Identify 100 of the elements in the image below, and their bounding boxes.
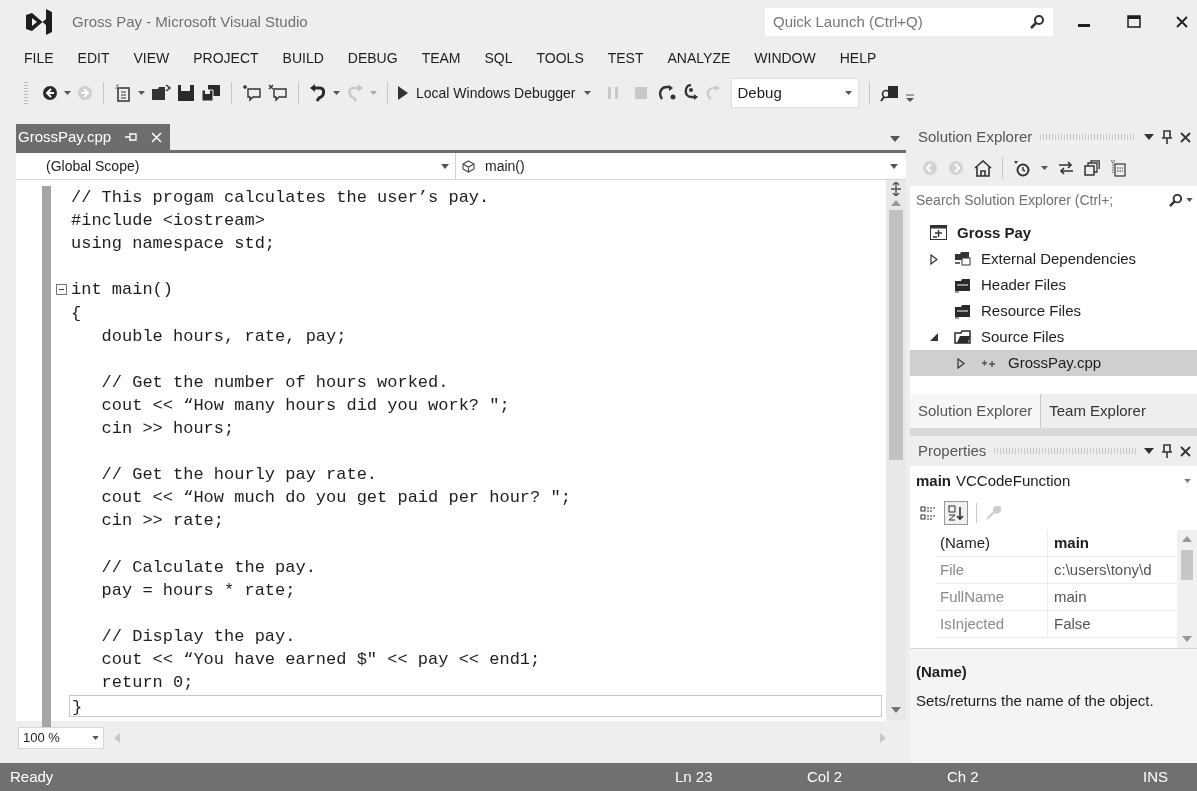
property-value[interactable]: main: [1048, 584, 1177, 610]
quick-launch-field[interactable]: Quick Launch (Ctrl+Q): [765, 8, 1053, 36]
tree-item[interactable]: Resource Files: [910, 298, 1197, 324]
panel-tab[interactable]: Team Explorer: [1041, 394, 1154, 428]
grid-scrollbar[interactable]: [1177, 530, 1197, 648]
property-name: File: [936, 557, 1048, 583]
save-all-icon[interactable]: [201, 84, 221, 102]
menu-item[interactable]: HELP: [829, 47, 887, 69]
caret-icon[interactable]: [64, 91, 71, 95]
home-icon[interactable]: [974, 159, 992, 177]
save-icon[interactable]: [177, 84, 195, 102]
code-line: {: [70, 302, 83, 325]
description-title: (Name): [916, 662, 968, 682]
code-line: // This progam calculates the user’s pay.: [70, 187, 491, 210]
menu-item[interactable]: PROJECT: [183, 47, 269, 69]
play-icon: [398, 86, 408, 100]
code-line: double hours, rate, pay;: [100, 325, 348, 348]
collapse-arrow-icon[interactable]: [930, 333, 938, 341]
menu-item[interactable]: SQL: [474, 47, 523, 69]
object-selector[interactable]: main VCCodeFunction: [910, 466, 1197, 496]
history-icon[interactable]: [1013, 159, 1031, 177]
close-icon[interactable]: [1180, 131, 1191, 143]
tree-item[interactable]: Gross Pay: [910, 220, 1197, 246]
show-files-icon[interactable]: [1110, 159, 1126, 177]
start-debugging-button[interactable]: Local Windows Debugger: [398, 82, 591, 104]
scroll-thumb[interactable]: [1181, 550, 1193, 580]
code-line: cout << “You have earned $" << pay << end1;: [100, 648, 542, 671]
property-value[interactable]: c:\users\tony\d: [1048, 557, 1177, 583]
member-dropdown[interactable]: main(): [456, 153, 906, 179]
vertical-scrollbar[interactable]: [886, 180, 906, 721]
code-line: pay = hours * rate;: [100, 579, 297, 602]
zoom-dropdown[interactable]: 100 %: [18, 727, 104, 749]
tree-item[interactable]: Header Files: [910, 272, 1197, 298]
uncomment-icon[interactable]: [268, 84, 288, 102]
pin-icon[interactable]: [1162, 444, 1172, 458]
panel-tab[interactable]: Solution Explorer: [910, 394, 1042, 428]
dependencies-folder-icon: [954, 251, 971, 267]
caret-icon[interactable]: [138, 91, 145, 95]
menu-item[interactable]: BUILD: [272, 47, 334, 69]
close-icon[interactable]: [1175, 15, 1189, 29]
menu-item[interactable]: TEAM: [411, 47, 471, 69]
caret-icon: [1184, 479, 1191, 483]
property-value[interactable]: main: [1048, 530, 1177, 556]
pin-icon[interactable]: [1162, 130, 1172, 144]
caret-icon[interactable]: [1041, 166, 1048, 170]
expand-icon[interactable]: [957, 357, 965, 369]
scroll-thumb[interactable]: [889, 210, 903, 460]
scope-dropdown[interactable]: (Global Scope): [16, 153, 456, 179]
undo-icon[interactable]: [309, 84, 327, 102]
code-line: return 0;: [100, 672, 195, 694]
solution-search-field[interactable]: Search Solution Explorer (Ctrl+;: [910, 186, 1197, 214]
folder-icon: [954, 329, 971, 345]
code-line: // Get the hourly pay rate.: [100, 464, 379, 487]
description-text: Sets/returns the name of the object.: [916, 690, 1155, 711]
sort-alphabetical-icon: [948, 505, 964, 521]
dropdown-arrow-icon[interactable]: [1144, 134, 1154, 140]
toolbar-grip[interactable]: [24, 82, 28, 104]
collapse-all-icon[interactable]: [1084, 160, 1100, 176]
close-icon[interactable]: [1180, 445, 1191, 457]
step-over-icon[interactable]: [658, 85, 677, 101]
split-icon[interactable]: [890, 182, 902, 196]
menu-item[interactable]: WINDOW: [744, 47, 826, 69]
menu-item[interactable]: TEST: [597, 47, 654, 69]
code-line: #include <iostream>: [70, 210, 266, 233]
scroll-down-icon[interactable]: [891, 707, 901, 713]
menu-item[interactable]: TOOLS: [526, 47, 594, 69]
caret-icon[interactable]: [333, 91, 340, 95]
back-icon[interactable]: [42, 85, 58, 101]
menu-item[interactable]: FILE: [14, 47, 64, 69]
tree-item[interactable]: Source Files: [910, 324, 1197, 350]
open-folder-icon[interactable]: [151, 84, 171, 102]
configuration-dropdown[interactable]: Debug: [730, 78, 859, 108]
menu-item[interactable]: VIEW: [123, 47, 180, 69]
sort-alphabetical-button[interactable]: [944, 501, 968, 525]
folder-icon: [954, 303, 971, 319]
property-value[interactable]: False: [1048, 611, 1177, 637]
caret-icon: [1186, 198, 1193, 202]
dropdown-arrow-icon[interactable]: [890, 136, 900, 142]
new-project-icon[interactable]: [114, 84, 132, 102]
collapse-icon[interactable]: [55, 284, 67, 296]
menu-item[interactable]: ANALYZE: [657, 47, 741, 69]
comment-icon[interactable]: [242, 84, 262, 102]
insert-mode-indicator: INS: [1143, 766, 1168, 787]
tree-item[interactable]: GrossPay.cpp: [910, 350, 1197, 376]
window-title: Gross Pay - Microsoft Visual Studio: [72, 11, 308, 32]
folder-icon: [954, 277, 971, 293]
expand-icon[interactable]: [930, 253, 938, 265]
panel-title: Properties: [918, 440, 987, 461]
find-in-files-icon[interactable]: [879, 84, 900, 102]
dropdown-arrow-icon[interactable]: [1144, 448, 1154, 454]
panel-title: Solution Explorer: [918, 126, 1033, 147]
menu-item[interactable]: EDIT: [67, 47, 120, 69]
menu-item[interactable]: DEBUG: [337, 47, 408, 69]
overflow-icon[interactable]: [905, 94, 914, 102]
sync-icon[interactable]: [1058, 161, 1074, 175]
step-into-icon[interactable]: [682, 84, 699, 102]
char-indicator: Ch 2: [947, 766, 980, 787]
property-name: FullName: [936, 584, 1048, 610]
tree-item[interactable]: External Dependencies: [910, 246, 1197, 272]
maximize-icon[interactable]: [1127, 15, 1141, 29]
